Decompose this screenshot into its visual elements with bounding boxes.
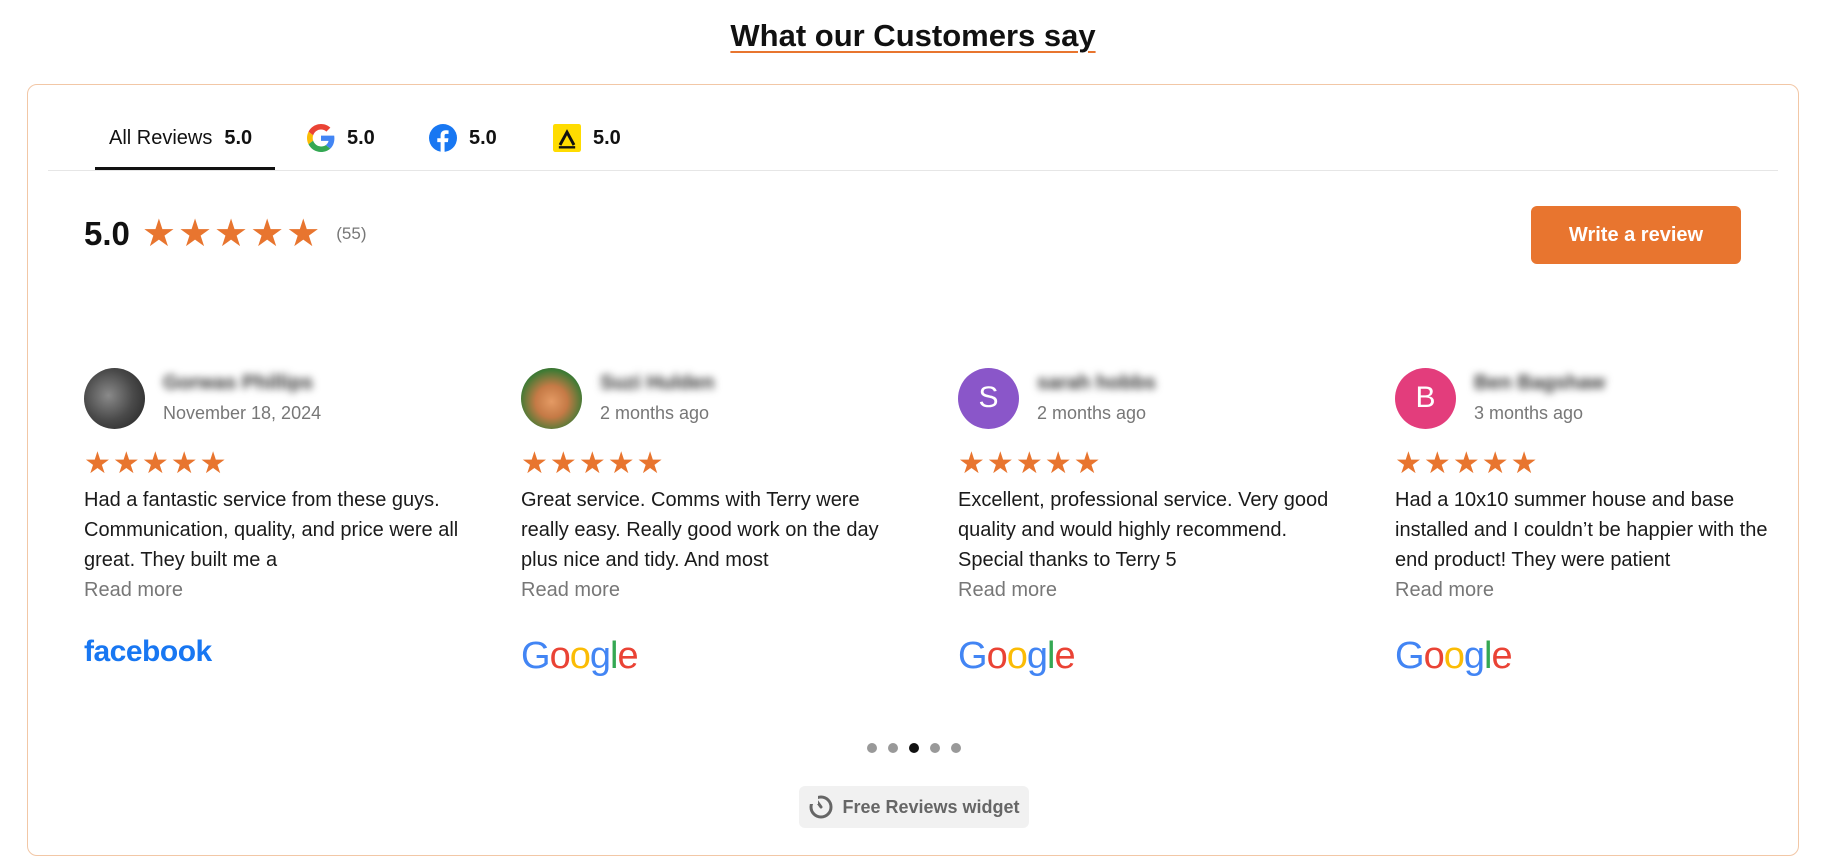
- star-icon: ★: [636, 447, 664, 480]
- review-date: 2 months ago: [600, 403, 710, 423]
- tab-facebook[interactable]: 5.0: [429, 113, 497, 170]
- read-more-link[interactable]: Read more: [84, 575, 459, 605]
- yell-icon: [553, 124, 581, 152]
- review-count: (55): [336, 224, 367, 243]
- reviewer-info: Suzi Hulden 2 months ago: [600, 372, 714, 424]
- avatar: B: [1395, 367, 1456, 429]
- tab-facebook-score: 5.0: [469, 127, 497, 149]
- facebook-icon: [429, 124, 457, 152]
- read-more-link[interactable]: Read more: [1395, 575, 1770, 605]
- star-icon: ★: [1452, 447, 1480, 480]
- star-icon: ★: [141, 213, 176, 255]
- review-header: Gorwas Phillips November 18, 2024: [84, 367, 459, 429]
- heading-wrap: What our Customers say: [0, 18, 1826, 54]
- reviewer-name: Ben Bagshaw: [1474, 372, 1606, 394]
- star-icon: ★: [578, 447, 606, 480]
- review-stars: ★ ★ ★ ★ ★: [958, 449, 1333, 479]
- star-icon: ★: [986, 447, 1014, 480]
- review-text: Had a 10x10 summer house and base instal…: [1395, 489, 1768, 571]
- review-carousel: Gorwas Phillips November 18, 2024 ★ ★ ★ …: [84, 367, 1767, 687]
- star-icon: ★: [1073, 447, 1101, 480]
- review-header: B Ben Bagshaw 3 months ago: [1395, 367, 1770, 429]
- star-icon: ★: [214, 213, 249, 255]
- read-more-link[interactable]: Read more: [958, 575, 1333, 605]
- pagination-dot[interactable]: [930, 743, 940, 753]
- tab-all-reviews-label: All Reviews: [109, 127, 213, 149]
- pagination-dot-active[interactable]: [909, 743, 919, 753]
- google-icon: [307, 124, 335, 152]
- star-icon: ★: [1510, 447, 1538, 480]
- review-text: Great service. Comms with Terry were rea…: [521, 489, 879, 571]
- facebook-logo: facebook: [84, 635, 212, 668]
- google-logo: Google: [1395, 635, 1513, 677]
- reviewer-info: Gorwas Phillips November 18, 2024: [163, 372, 321, 424]
- review-card: Suzi Hulden 2 months ago ★ ★ ★ ★ ★ Great…: [521, 367, 896, 677]
- avatar: S: [958, 367, 1019, 429]
- pagination-dot[interactable]: [888, 743, 898, 753]
- reviewer-name: Gorwas Phillips: [163, 372, 314, 394]
- review-stars: ★ ★ ★ ★ ★: [84, 449, 459, 479]
- section-title: What our Customers say: [730, 18, 1096, 53]
- review-card: S sarah hobbs 2 months ago ★ ★ ★ ★ ★ Exc…: [958, 367, 1333, 677]
- review-text: Had a fantastic service from these guys.…: [84, 489, 459, 571]
- tab-yell[interactable]: 5.0: [553, 113, 621, 170]
- free-reviews-widget-badge[interactable]: Free Reviews widget: [799, 786, 1029, 828]
- review-date: 3 months ago: [1474, 403, 1584, 423]
- star-icon: ★: [286, 213, 321, 255]
- avatar: [521, 367, 582, 429]
- carousel-pagination: [28, 743, 1800, 753]
- rating-summary: 5.0 ★ ★ ★ ★ ★ (55): [84, 215, 367, 253]
- reviews-widget: All Reviews 5.0 5.0 5.0 5.0 5.0 ★ ★ ★ ★ …: [27, 84, 1799, 856]
- review-card: Gorwas Phillips November 18, 2024 ★ ★ ★ …: [84, 367, 459, 677]
- source-tabs: All Reviews 5.0 5.0 5.0 5.0: [48, 85, 1778, 171]
- review-text: Excellent, professional service. Very go…: [958, 489, 1329, 571]
- star-icon: ★: [170, 447, 198, 480]
- star-icon: ★: [1481, 447, 1509, 480]
- overall-score: 5.0: [84, 215, 130, 252]
- tab-all-reviews[interactable]: All Reviews 5.0: [95, 113, 275, 170]
- reviewer-name: Suzi Hulden: [600, 372, 715, 394]
- star-icon: ★: [1044, 447, 1072, 480]
- review-stars: ★ ★ ★ ★ ★: [1395, 449, 1770, 479]
- star-icon: ★: [1015, 447, 1043, 480]
- star-icon: ★: [250, 213, 285, 255]
- google-logo: Google: [521, 635, 639, 677]
- review-header: Suzi Hulden 2 months ago: [521, 367, 896, 429]
- review-card: B Ben Bagshaw 3 months ago ★ ★ ★ ★ ★ Had…: [1395, 367, 1770, 677]
- star-icon: ★: [607, 447, 635, 480]
- reviewer-name: sarah hobbs: [1037, 372, 1156, 394]
- widget-logo-icon: [809, 795, 833, 819]
- tab-google-score: 5.0: [347, 127, 375, 149]
- read-more-link[interactable]: Read more: [521, 575, 896, 605]
- star-icon: ★: [958, 447, 985, 480]
- star-icon: ★: [112, 447, 140, 480]
- badge-label: Free Reviews widget: [842, 796, 1020, 817]
- pagination-dot[interactable]: [867, 743, 877, 753]
- star-icon: ★: [1423, 447, 1451, 480]
- reviewer-info: Ben Bagshaw 3 months ago: [1474, 372, 1605, 424]
- review-header: S sarah hobbs 2 months ago: [958, 367, 1333, 429]
- overall-stars: ★ ★ ★ ★ ★: [142, 215, 320, 253]
- tab-google[interactable]: 5.0: [307, 113, 375, 170]
- avatar: [84, 367, 145, 429]
- tab-all-reviews-score: 5.0: [224, 127, 253, 149]
- star-icon: ★: [177, 213, 213, 255]
- star-icon: ★: [84, 447, 111, 480]
- star-icon: ★: [1395, 447, 1422, 480]
- star-icon: ★: [521, 447, 548, 480]
- pagination-dot[interactable]: [951, 743, 961, 753]
- review-date: November 18, 2024: [163, 403, 322, 423]
- tab-yell-score: 5.0: [593, 127, 621, 149]
- review-stars: ★ ★ ★ ★ ★: [521, 449, 896, 479]
- reviewer-info: sarah hobbs 2 months ago: [1037, 372, 1156, 424]
- write-review-button[interactable]: Write a review: [1531, 206, 1741, 264]
- review-date: 2 months ago: [1037, 403, 1147, 423]
- star-icon: ★: [141, 447, 169, 480]
- google-logo: Google: [958, 635, 1076, 677]
- star-icon: ★: [199, 447, 227, 480]
- star-icon: ★: [549, 447, 577, 480]
